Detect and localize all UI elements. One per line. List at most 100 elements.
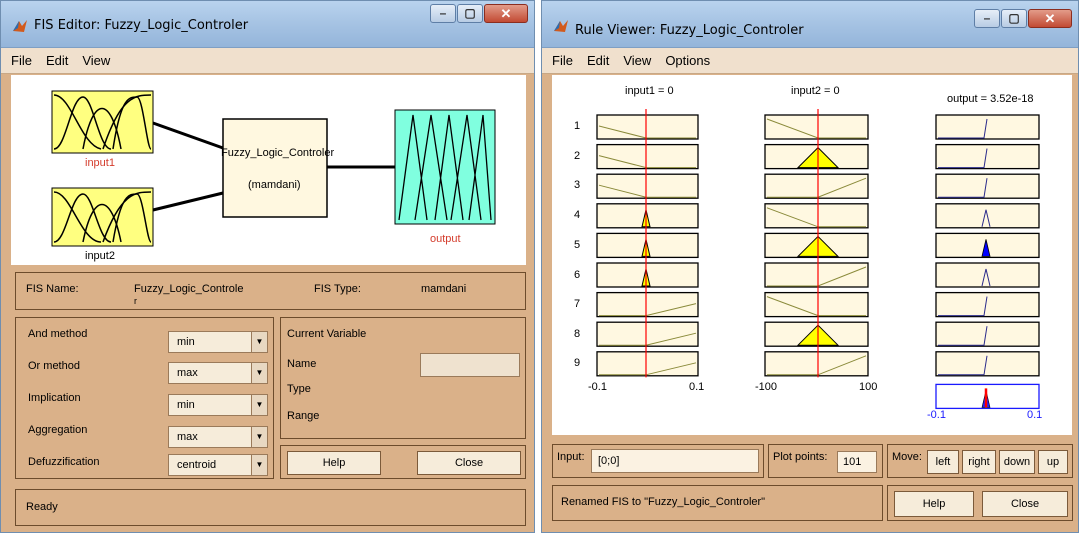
title-bar[interactable]: FIS Editor: Fuzzy_Logic_Controler – ▢ ✕ [1,1,534,48]
status-bar: Ready [15,489,526,526]
rule-plot-cell [764,351,869,377]
input1-axis-min: -0.1 [588,381,607,393]
maximize-button[interactable]: ▢ [1001,9,1027,28]
system-diagram: input1 input2 Fuzzy_Logic_Controler (mam… [11,75,526,265]
plot-points-field[interactable]: 101 [837,451,877,473]
and-method-label: And method [28,328,88,340]
rule-plot-cell [935,351,1040,377]
or-method-label: Or method [28,360,80,372]
input2-label: input2 [85,250,115,262]
rule-plot-cell [596,114,699,140]
fis-type-value: mamdani [421,283,467,295]
rule-plot-cell [764,262,869,288]
system-type-label: (mamdani) [248,179,301,191]
matlab-icon [554,20,568,32]
window-title: FIS Editor: Fuzzy_Logic_Controler [34,18,249,33]
implication-label: Implication [28,392,81,404]
output-mf-box[interactable] [394,109,496,225]
window-title: Rule Viewer: Fuzzy_Logic_Controler [575,23,804,38]
and-method-value: min [177,336,195,348]
input-vector-field[interactable]: [0;0] [591,449,759,473]
chevron-down-icon: ▼ [251,455,267,475]
rule-block[interactable] [222,118,328,218]
rule-plot-cell [596,321,699,347]
aggregation-value: max [177,431,198,443]
implication-select[interactable]: min ▼ [168,394,268,416]
rule-plot-cell [935,143,1040,170]
menu-options[interactable]: Options [665,53,710,68]
rule-plot-cell [596,143,699,170]
plot-points-panel: Plot points: 101 [768,444,883,478]
move-left-button[interactable]: left [927,450,959,474]
plot-points-label: Plot points: [773,451,828,463]
menu-edit[interactable]: Edit [46,53,68,68]
defuzzification-select[interactable]: centroid ▼ [168,454,268,476]
chevron-down-icon: ▼ [251,395,267,415]
aggregation-label: Aggregation [28,424,88,436]
variable-name-field[interactable] [420,353,520,377]
move-label: Move: [892,451,922,463]
close-button[interactable]: Close [417,451,521,475]
rule-plot-cell [596,173,699,199]
rule-plot-cell [935,114,1040,140]
or-method-select[interactable]: max ▼ [168,362,268,384]
rule-plots[interactable] [552,75,1072,415]
close-icon: ✕ [1044,11,1056,26]
help-button[interactable]: Help [287,451,381,475]
window-controls: – ▢ ✕ [429,4,528,23]
and-method-select[interactable]: min ▼ [168,331,268,353]
input-panel: Input: [0;0] [552,444,764,478]
rule-plot-cell [764,114,869,140]
minimize-icon: – [439,6,447,20]
chevron-down-icon: ▼ [251,363,267,383]
current-variable-panel: Current Variable Name Type Range [280,317,526,439]
menu-bar: File Edit View [1,48,534,74]
rule-plot-cell [935,291,1040,318]
matlab-icon [13,20,27,32]
menu-bar: File Edit View Options [542,48,1078,74]
output-label: output [430,233,461,245]
move-up-button[interactable]: up [1038,450,1068,474]
maximize-icon: ▢ [1008,11,1020,25]
maximize-icon: ▢ [464,6,476,20]
menu-file[interactable]: File [11,53,32,68]
input2-mf-box[interactable] [51,187,154,247]
minimize-icon: – [983,11,991,25]
close-window-button[interactable]: ✕ [484,4,528,23]
input1-axis-max: 0.1 [689,381,705,393]
rule-plot-cell [596,291,699,318]
button-panel: Help Close [887,485,1073,521]
title-bar[interactable]: Rule Viewer: Fuzzy_Logic_Controler – ▢ ✕ [542,1,1078,48]
output-axis-max: 0.1 [1027,409,1043,421]
help-button[interactable]: Help [894,491,974,517]
input1-mf-box[interactable] [51,90,154,154]
move-down-button[interactable]: down [999,450,1035,474]
fis-name-wrap: r [134,296,137,306]
fis-name-label: FIS Name: [26,283,79,295]
aggregation-select[interactable]: max ▼ [168,426,268,448]
input1-label: input1 [85,157,115,169]
current-variable-heading: Current Variable [287,328,367,340]
or-method-value: max [177,367,198,379]
fis-info-panel: FIS Name: Fuzzy_Logic_Controle r FIS Typ… [15,272,526,310]
system-name-label: Fuzzy_Logic_Controler [221,147,335,159]
close-window-button[interactable]: ✕ [1028,9,1072,28]
rule-plot-cell [596,351,699,377]
minimize-button[interactable]: – [974,9,1000,28]
move-panel: Move: left right down up [887,444,1073,478]
move-right-button[interactable]: right [962,450,996,474]
minimize-button[interactable]: – [430,4,456,23]
close-button[interactable]: Close [982,491,1068,517]
methods-panel: And method min ▼ Or method max ▼ Implicati… [15,317,274,479]
maximize-button[interactable]: ▢ [457,4,483,23]
name-label: Name [287,358,317,370]
window-controls: – ▢ ✕ [973,9,1072,28]
menu-file[interactable]: File [552,53,573,68]
input2-axis-min: -100 [755,381,778,393]
menu-view[interactable]: View [82,53,110,68]
menu-view[interactable]: View [623,53,651,68]
status-bar: Renamed FIS to "Fuzzy_Logic_Controler" [552,485,883,521]
menu-edit[interactable]: Edit [587,53,609,68]
defuzzification-label: Defuzzification [28,456,100,468]
button-panel: Help Close [280,445,526,479]
